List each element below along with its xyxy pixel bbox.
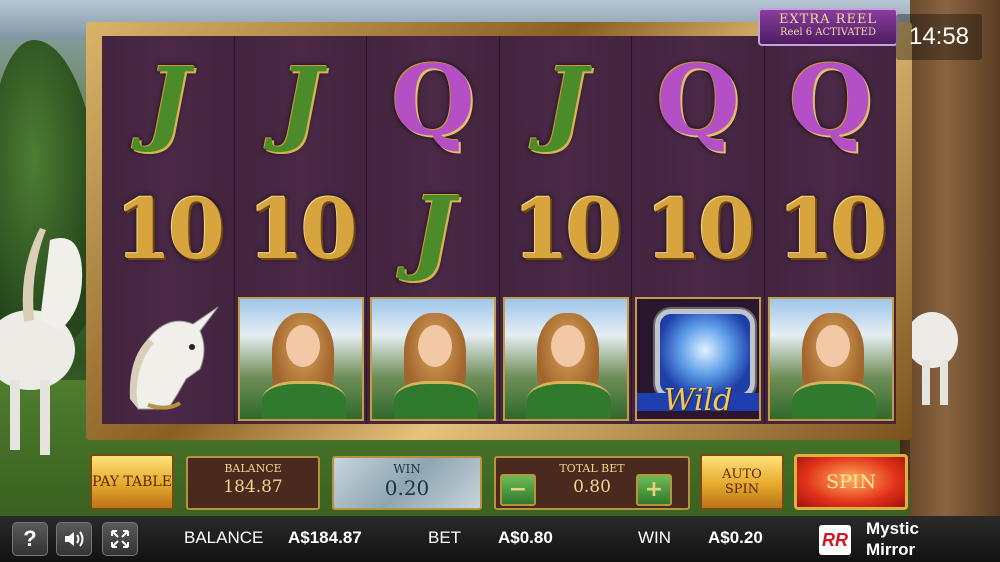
status-bar: ? BALANCE A$184.87 BET A$0.80 WIN A$0.20… bbox=[0, 516, 1000, 562]
symbol-cell bbox=[102, 294, 234, 423]
symbol-cell: 10 bbox=[765, 165, 897, 294]
symbol-cell: Q bbox=[632, 36, 764, 165]
lady-dress bbox=[526, 380, 611, 419]
lady-face bbox=[815, 324, 850, 367]
symbol-10: 10 bbox=[247, 181, 357, 278]
symbol-10: 10 bbox=[512, 181, 622, 278]
pay-table-button[interactable]: PAY TABLE bbox=[90, 454, 174, 510]
balance-label: BALANCE bbox=[224, 462, 282, 475]
symbol-cell: 10 bbox=[632, 165, 764, 294]
symbol-lady bbox=[370, 296, 496, 421]
symbol-cell: Wild bbox=[632, 294, 764, 423]
reel-2: J 10 bbox=[234, 36, 367, 424]
symbol-lady bbox=[502, 296, 629, 421]
status-bet-value: A$0.80 bbox=[498, 528, 553, 547]
right-tree-trunk bbox=[910, 0, 1000, 516]
symbol-cell bbox=[235, 294, 367, 423]
win-label: WIN bbox=[393, 462, 421, 476]
symbol-cell: 10 bbox=[500, 165, 632, 294]
lady-dress bbox=[394, 380, 478, 419]
symbol-cell: 10 bbox=[235, 165, 367, 294]
status-bet-label: BET bbox=[428, 528, 462, 547]
pay-table-label: PAY TABLE bbox=[92, 474, 172, 490]
wild-label: Wild bbox=[663, 382, 733, 418]
help-icon[interactable]: ? bbox=[12, 522, 48, 556]
spin-label: SPIN bbox=[826, 471, 876, 493]
win-panel: WIN 0.20 bbox=[332, 456, 482, 510]
symbol-wild: Wild bbox=[635, 296, 761, 421]
extra-reel-title: EXTRA REEL bbox=[778, 12, 878, 27]
provider-logo: RR bbox=[819, 525, 851, 555]
symbol-lady bbox=[237, 296, 364, 421]
increase-bet-button[interactable]: + bbox=[636, 474, 672, 506]
symbol-lady bbox=[767, 296, 894, 421]
fullscreen-icon[interactable] bbox=[102, 522, 138, 556]
symbol-10: 10 bbox=[644, 181, 755, 278]
symbol-10: 10 bbox=[114, 181, 225, 278]
lady-face bbox=[285, 324, 320, 367]
symbol-cell: Q bbox=[367, 36, 499, 165]
control-panel: PAY TABLE BALANCE 184.87 WIN 0.20 TOTAL … bbox=[88, 452, 912, 514]
status-balance-value: A$184.87 bbox=[288, 528, 362, 547]
symbol-unicorn bbox=[129, 306, 219, 410]
balance-value: 184.87 bbox=[223, 477, 283, 497]
extra-reel-subtitle: Reel 6 ACTIVATED bbox=[780, 27, 876, 38]
lady-dress bbox=[261, 380, 346, 419]
reel-3: QJ bbox=[367, 36, 500, 424]
lady-face bbox=[550, 324, 585, 367]
extra-reel-banner: EXTRA REEL Reel 6 ACTIVATED bbox=[758, 8, 898, 46]
expand-arrows-icon bbox=[111, 530, 129, 548]
lady-dress bbox=[791, 380, 876, 419]
symbol-cell bbox=[367, 294, 499, 423]
unicorn-left-decoration bbox=[0, 228, 83, 455]
symbol-cell bbox=[765, 294, 897, 423]
speaker-icon bbox=[65, 531, 84, 547]
symbol-j: J bbox=[278, 46, 323, 155]
symbol-q: Q bbox=[391, 43, 475, 157]
game-name-line2: Mirror bbox=[866, 540, 916, 559]
auto-spin-label: AUTO SPIN bbox=[722, 467, 762, 497]
status-win-label: WIN bbox=[638, 528, 672, 547]
symbol-j: J bbox=[411, 175, 455, 284]
status-win-value: A$0.20 bbox=[708, 528, 763, 547]
lady-face bbox=[418, 324, 452, 367]
auto-spin-button[interactable]: AUTO SPIN bbox=[700, 454, 784, 510]
symbol-cell: J bbox=[367, 165, 499, 294]
symbol-q: Q bbox=[788, 43, 873, 157]
reel-4: J 10 bbox=[499, 36, 632, 424]
reel-6: Q 10 bbox=[764, 36, 897, 424]
symbol-cell: J bbox=[102, 36, 234, 165]
symbol-j: J bbox=[146, 46, 190, 155]
game-name: Mystic Mirror bbox=[866, 518, 919, 560]
win-value: 0.20 bbox=[384, 476, 430, 500]
reel-grid: J 10 J 10 Q J J 10 Q 10 Wild Q 10 bbox=[102, 36, 896, 424]
game-name-line1: Mystic bbox=[866, 519, 919, 538]
reel-1: J 10 bbox=[102, 36, 235, 424]
reel-5: Q 10 Wild bbox=[632, 36, 765, 424]
sound-icon[interactable] bbox=[56, 522, 92, 556]
symbol-cell: J bbox=[235, 36, 367, 165]
status-balance-label: BALANCE bbox=[184, 528, 264, 547]
unicorn-right-decoration bbox=[912, 312, 958, 405]
symbol-10: 10 bbox=[777, 181, 887, 278]
symbol-j: J bbox=[543, 46, 588, 155]
spin-button[interactable]: SPIN bbox=[794, 454, 908, 510]
decrease-bet-button[interactable]: − bbox=[500, 474, 536, 506]
clock: 14:58 bbox=[896, 14, 982, 60]
symbol-cell: J bbox=[500, 36, 632, 165]
symbol-cell bbox=[500, 294, 632, 423]
balance-panel: BALANCE 184.87 bbox=[186, 456, 320, 510]
symbol-cell: Q bbox=[765, 36, 897, 165]
symbol-q: Q bbox=[656, 43, 740, 157]
symbol-cell: 10 bbox=[102, 165, 234, 294]
